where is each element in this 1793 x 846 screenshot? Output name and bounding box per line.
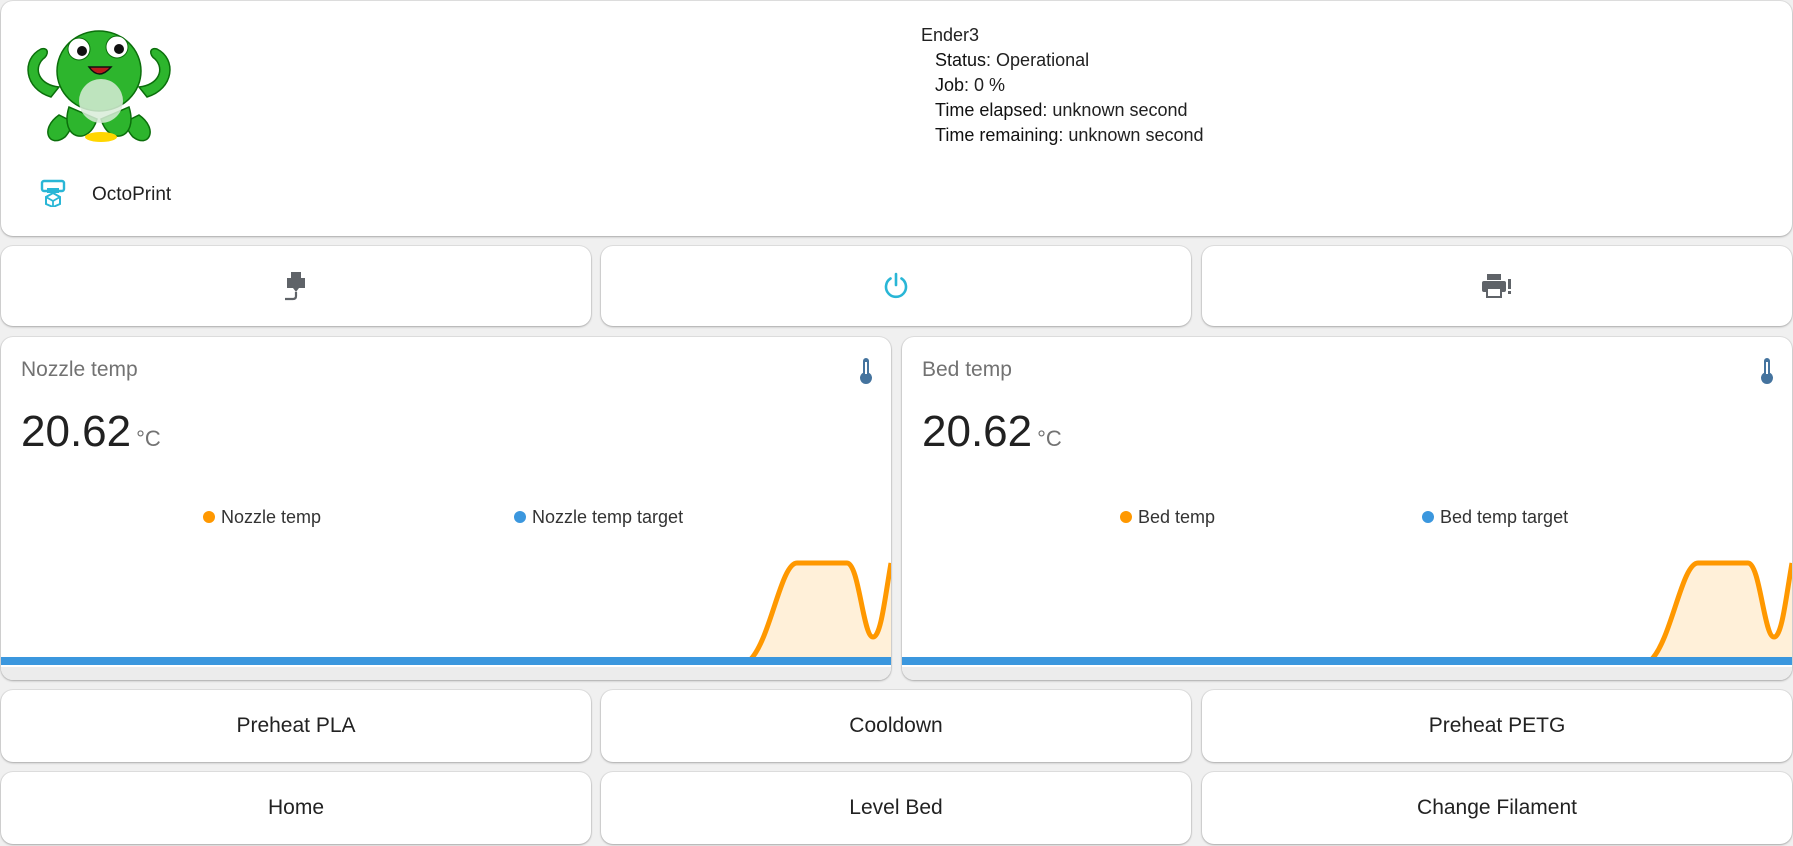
job-row: Job: 0 %: [935, 75, 1006, 95]
preheat-petg-button[interactable]: Preheat PETG: [1202, 690, 1792, 762]
filament-button[interactable]: [1, 246, 591, 326]
nozzle-temp-graph: [1, 560, 891, 680]
time-remaining-row: Time remaining: unknown second: [935, 125, 1204, 145]
nozzle-temp-card[interactable]: Nozzle temp 20.62 °C Nozzle temp Nozzle t…: [1, 337, 891, 680]
cooldown-button[interactable]: Cooldown: [601, 690, 1191, 762]
preheat-pla-button[interactable]: Preheat PLA: [1, 690, 591, 762]
bed-temp-value: 20.62 °C: [922, 407, 1062, 456]
bed-temp-title: Bed temp: [922, 358, 1012, 381]
home-button[interactable]: Home: [1, 772, 591, 844]
legend-item-bed-temp-target[interactable]: Bed temp target: [1422, 507, 1568, 528]
brand-name: OctoPrint: [92, 184, 172, 205]
filament-extruder-icon: [285, 272, 305, 301]
printer-header-card: OctoPrint Ender3 Status: Operational Job…: [1, 1, 1792, 236]
legend-item-nozzle-temp-target[interactable]: Nozzle temp target: [514, 507, 683, 528]
power-icon: [884, 272, 908, 299]
bed-temp-graph: [902, 560, 1792, 680]
printer-info: Ender3 Status: Operational Job: 0 % Time…: [921, 23, 1204, 148]
nozzle-temp-value: 20.62 °C: [21, 407, 161, 456]
change-filament-button[interactable]: Change Filament: [1202, 772, 1792, 844]
status-row: Status: Operational: [935, 50, 1090, 70]
legend-item-nozzle-temp[interactable]: Nozzle temp: [203, 507, 321, 528]
printer-alert-button[interactable]: [1202, 246, 1792, 326]
level-bed-button[interactable]: Level Bed: [601, 772, 1191, 844]
printer-name: Ender3: [921, 25, 980, 45]
thermometer-icon: [1761, 358, 1773, 384]
nozzle-temp-title: Nozzle temp: [21, 358, 138, 381]
printer-3d-icon: [40, 179, 66, 207]
printer-alert-icon: [1482, 274, 1511, 298]
bed-temp-card[interactable]: Bed temp 20.62 °C Bed temp Bed temp targe…: [902, 337, 1792, 680]
legend-item-bed-temp[interactable]: Bed temp: [1120, 507, 1215, 528]
time-elapsed-row: Time elapsed: unknown second: [935, 100, 1188, 120]
power-button[interactable]: [601, 246, 1191, 326]
octoprint-logo: [27, 30, 171, 142]
thermometer-icon: [860, 358, 872, 384]
